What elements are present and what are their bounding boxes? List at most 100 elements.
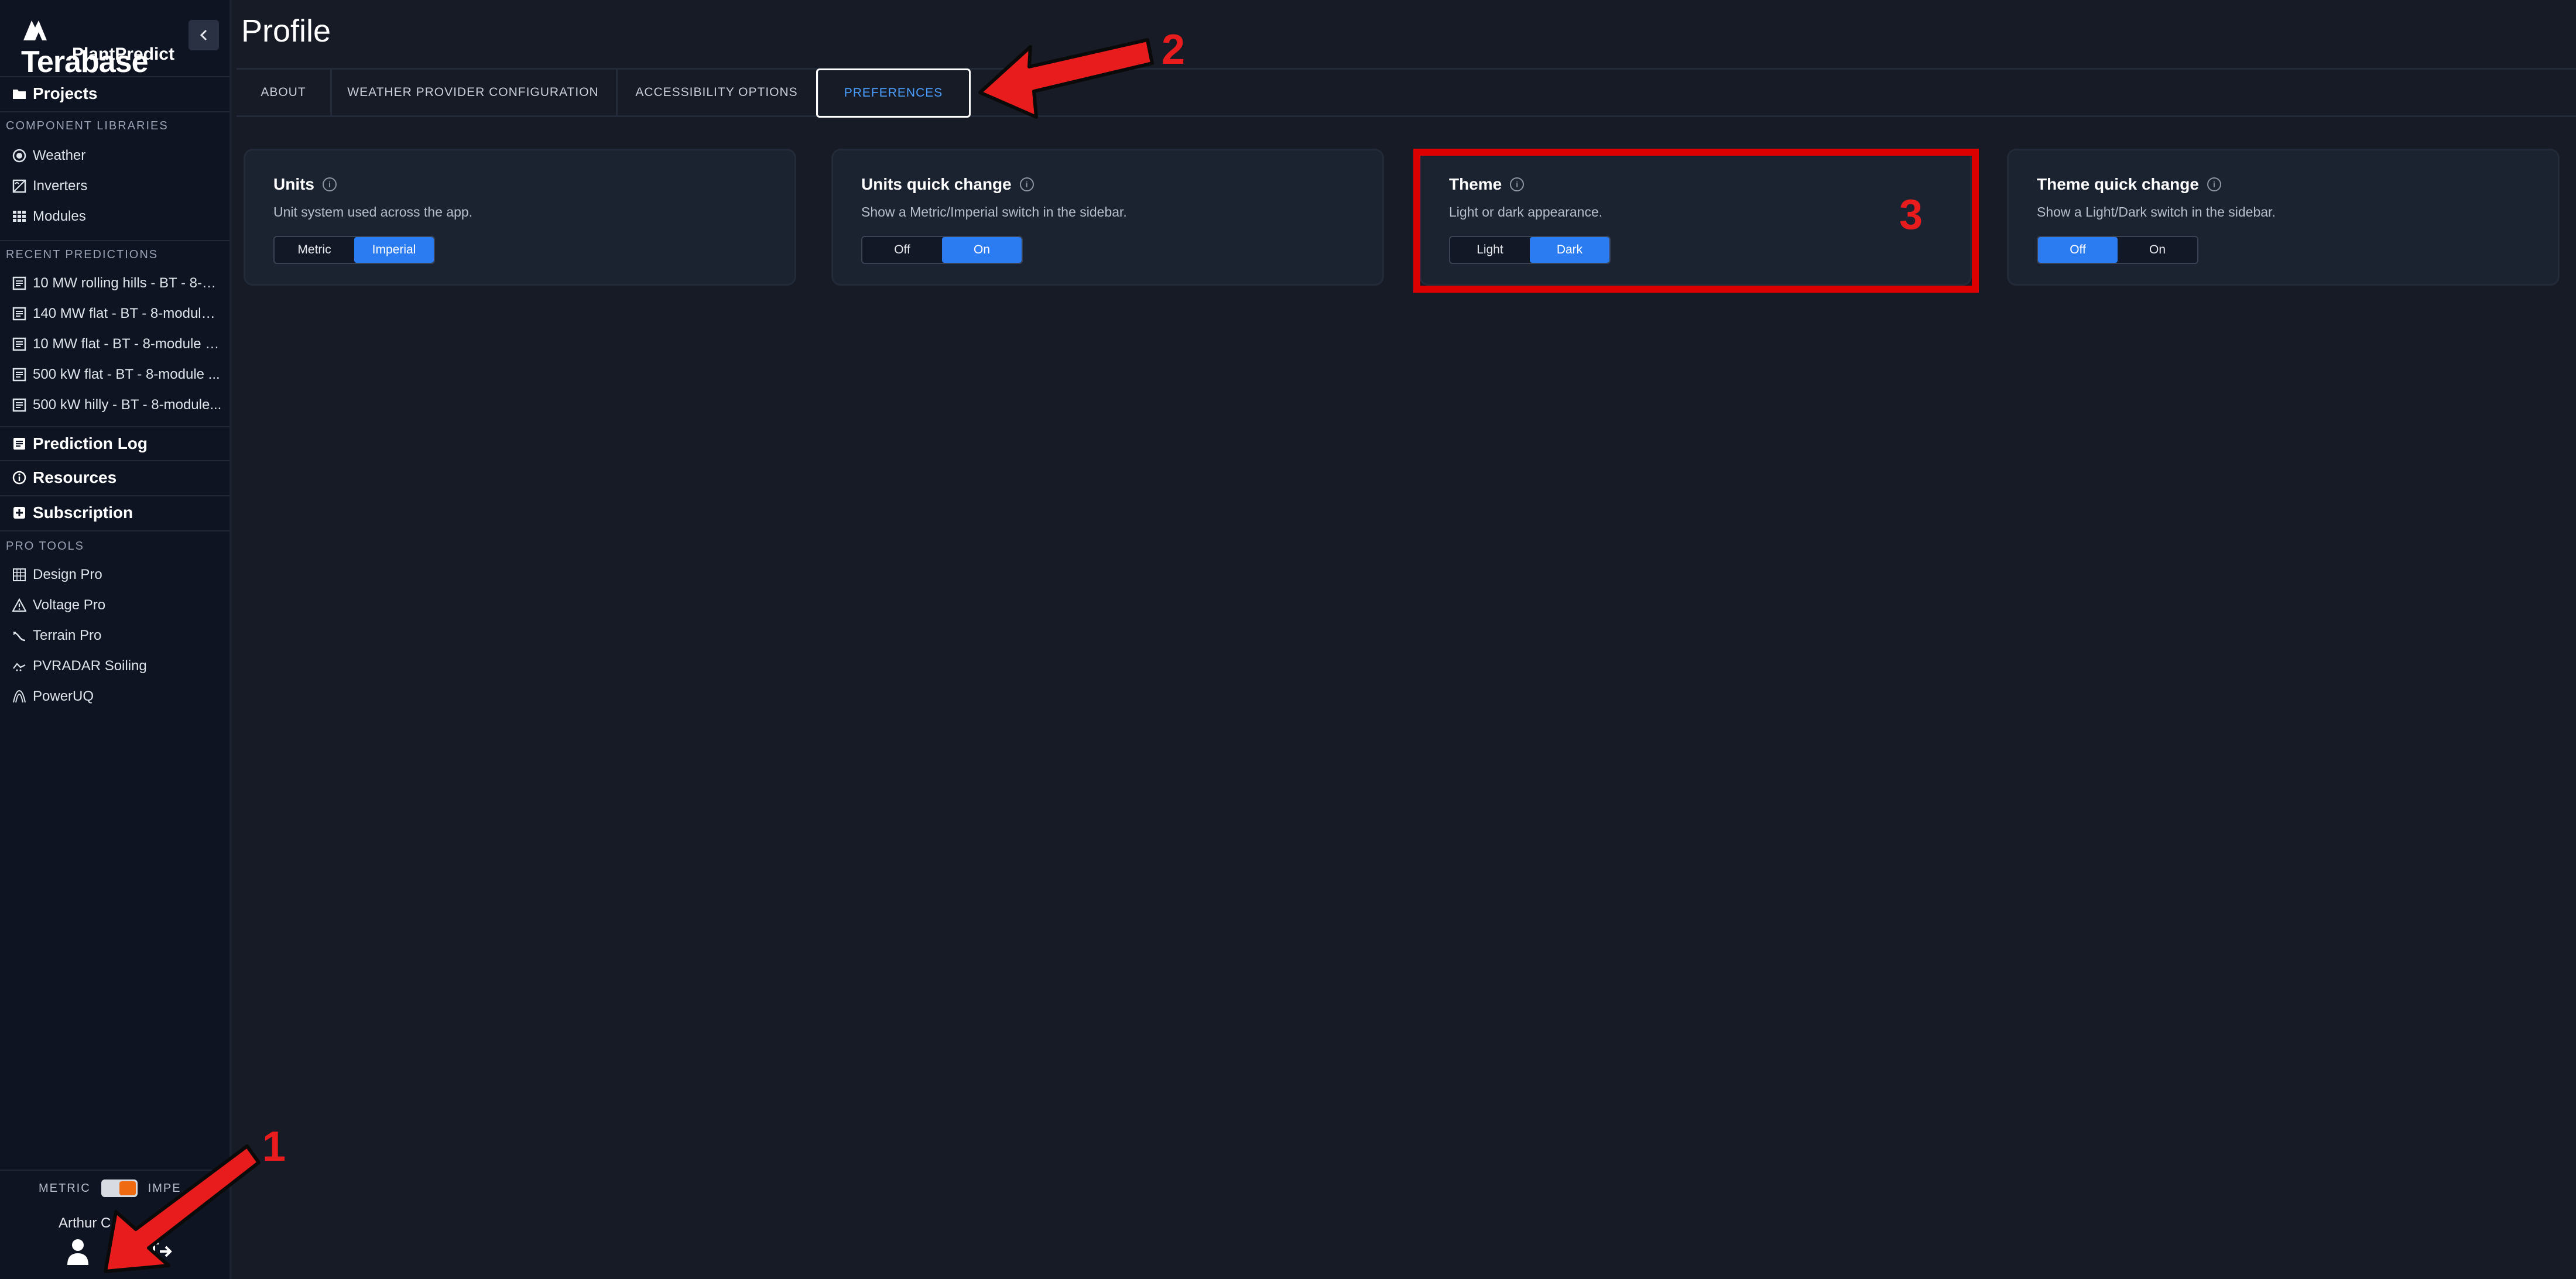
sidebar-item-label: Projects [33, 84, 98, 102]
component-libraries-heading: COMPONENT LIBRARIES [6, 119, 169, 132]
design-grid-icon [12, 567, 27, 582]
sidebar-item-label: Inverters [33, 178, 88, 194]
recent-prediction-item[interactable]: 10 MW rolling hills - BT - 8-m... [12, 270, 222, 296]
brand-product: PlantPredict [71, 44, 174, 64]
recent-prediction-item[interactable]: 500 kW flat - BT - 8-module ... [12, 362, 222, 388]
sidebar-item-label: Modules [33, 208, 86, 224]
document-icon [12, 337, 27, 352]
info-icon[interactable]: i [2207, 177, 2221, 191]
tab-about[interactable]: ABOUT [237, 70, 332, 115]
card-description: Unit system used across the app. [273, 204, 473, 220]
sidebar-item-label: Design Pro [33, 567, 102, 582]
sidebar-item-label: 500 kW flat - BT - 8-module ... [33, 366, 220, 382]
sidebar-item-label: 140 MW flat - BT - 8-module ... [33, 306, 222, 321]
theme-quick-change-segmented-control: Off On [2037, 236, 2198, 264]
tab-weather-provider-configuration[interactable]: WEATHER PROVIDER CONFIGURATION [330, 70, 618, 115]
weather-icon [12, 148, 27, 163]
recent-prediction-item[interactable]: 10 MW flat - BT - 8-module b... [12, 331, 222, 357]
document-icon [12, 397, 27, 413]
off-option[interactable]: Off [2038, 237, 2118, 263]
poweruq-icon [12, 689, 27, 704]
card-title-text: Theme quick change [2037, 175, 2199, 193]
terrain-icon [12, 628, 27, 643]
soiling-icon [12, 659, 27, 674]
sidebar-divider [0, 495, 229, 496]
chevron-left-icon [200, 29, 207, 41]
sidebar-item-label: 500 kW hilly - BT - 8-module... [33, 397, 222, 413]
tab-preferences[interactable]: PREFERENCES [816, 68, 971, 118]
off-option[interactable]: Off [862, 237, 942, 263]
imperial-option[interactable]: Imperial [354, 237, 434, 263]
on-option[interactable]: On [942, 237, 1022, 263]
profile-tabs: ABOUT WEATHER PROVIDER CONFIGURATION ACC… [237, 68, 2576, 118]
terabase-logo-icon [23, 20, 47, 40]
units-quick-change-card: Units quick change i Show a Metric/Imperi… [831, 149, 1384, 286]
card-title-text: Units quick change [861, 175, 1012, 193]
metric-option[interactable]: Metric [275, 237, 354, 263]
metric-label: METRIC [39, 1181, 91, 1195]
tab-label: ABOUT [261, 85, 306, 99]
units-segmented-control: Metric Imperial [273, 236, 435, 264]
sidebar-item-terrain-pro[interactable]: Terrain Pro [12, 623, 222, 649]
info-icon[interactable]: i [323, 177, 337, 191]
sidebar-divider [0, 426, 229, 427]
sidebar-divider [0, 76, 229, 77]
annotation-arrow-icon [104, 1144, 261, 1273]
sidebar-item-weather[interactable]: Weather [12, 143, 222, 169]
sidebar-item-label: Resources [33, 468, 117, 486]
sidebar-item-projects[interactable]: Projects [12, 81, 222, 107]
inverter-icon [12, 179, 27, 194]
sidebar-item-label: Subscription [33, 503, 133, 522]
sidebar-item-design-pro[interactable]: Design Pro [12, 562, 222, 588]
warning-triangle-icon [12, 598, 27, 613]
recent-predictions-heading: RECENT PREDICTIONS [6, 248, 159, 261]
collapse-sidebar-button[interactable] [189, 20, 219, 50]
plus-box-icon [12, 505, 27, 520]
tab-label: ACCESSIBILITY OPTIONS [635, 85, 798, 99]
recent-prediction-item[interactable]: 500 kW hilly - BT - 8-module... [12, 392, 222, 418]
sidebar-item-modules[interactable]: Modules [12, 204, 222, 229]
document-icon [12, 276, 27, 291]
sidebar-item-inverters[interactable]: Inverters [12, 173, 222, 199]
sidebar-item-poweruq[interactable]: PowerUQ [12, 684, 222, 709]
sidebar-item-label: 10 MW rolling hills - BT - 8-m... [33, 275, 222, 291]
sidebar-item-resources[interactable]: Resources [12, 465, 222, 491]
card-description: Show a Light/Dark switch in the sidebar. [2037, 204, 2276, 220]
sidebar-divider [0, 240, 229, 241]
card-description: Show a Metric/Imperial switch in the sid… [861, 204, 1127, 220]
document-icon [12, 367, 27, 382]
sidebar-item-label: PowerUQ [33, 688, 94, 704]
sidebar-item-pvradar-soiling[interactable]: PVRADAR Soiling [12, 653, 222, 679]
recent-prediction-item[interactable]: 140 MW flat - BT - 8-module ... [12, 301, 222, 327]
card-title-text: Units [273, 175, 314, 193]
pro-tools-heading: PRO TOOLS [6, 540, 84, 553]
folder-icon [12, 86, 27, 101]
sidebar-divider [0, 460, 229, 461]
sidebar-item-label: 10 MW flat - BT - 8-module b... [33, 336, 222, 352]
document-icon [12, 306, 27, 321]
sidebar-item-label: Voltage Pro [33, 597, 106, 613]
annotation-number-2: 2 [1162, 26, 1186, 73]
theme-highlight-box [1413, 149, 1979, 293]
sidebar-item-subscription[interactable]: Subscription [12, 500, 222, 526]
tab-label: WEATHER PROVIDER CONFIGURATION [347, 85, 599, 99]
sidebar-item-label: Weather [33, 148, 86, 163]
sidebar-item-prediction-log[interactable]: Prediction Log [12, 431, 222, 457]
annotation-arrow-icon [978, 38, 1154, 119]
sidebar: Terabase PlantPredict Projects COMPONENT… [0, 0, 232, 1279]
brand-logo[interactable]: Terabase PlantPredict [21, 13, 174, 78]
annotation-number-3: 3 [1899, 191, 1923, 238]
sidebar-item-voltage-pro[interactable]: Voltage Pro [12, 592, 222, 618]
info-circle-icon [12, 470, 27, 485]
grid-icon [12, 209, 27, 224]
tab-label: PREFERENCES [844, 86, 943, 100]
sidebar-item-label: Prediction Log [33, 434, 148, 452]
sidebar-divider [0, 530, 229, 532]
on-option[interactable]: On [2118, 237, 2197, 263]
info-icon[interactable]: i [1019, 177, 1034, 191]
annotation-number-1: 1 [262, 1123, 286, 1170]
tab-accessibility-options[interactable]: ACCESSIBILITY OPTIONS [616, 70, 819, 115]
sidebar-divider [0, 111, 229, 112]
sidebar-item-label: PVRADAR Soiling [33, 658, 147, 674]
log-icon [12, 436, 27, 451]
